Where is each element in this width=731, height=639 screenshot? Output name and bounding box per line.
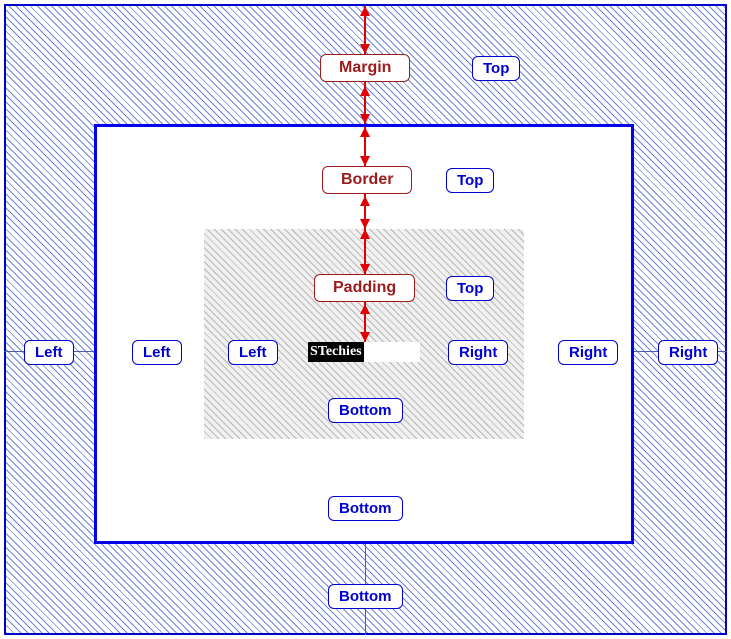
arrowhead-up-icon bbox=[360, 127, 370, 137]
content-text: STechies bbox=[308, 342, 364, 362]
padding-title: Padding bbox=[314, 274, 415, 302]
arrowhead-up-icon bbox=[360, 6, 370, 16]
arrowhead-down-icon bbox=[360, 332, 370, 342]
padding-top-label: Top bbox=[446, 276, 494, 301]
content-region: STechies bbox=[308, 342, 420, 362]
margin-bottom-label: Bottom bbox=[328, 584, 403, 609]
border-left-label: Left bbox=[132, 340, 182, 365]
arrowhead-down-icon bbox=[360, 219, 370, 229]
border-top-label: Top bbox=[446, 168, 494, 193]
margin-title: Margin bbox=[320, 54, 410, 82]
arrowhead-up-icon bbox=[360, 229, 370, 239]
border-title: Border bbox=[322, 166, 412, 194]
border-right-label: Right bbox=[558, 340, 618, 365]
margin-left-label: Left bbox=[24, 340, 74, 365]
padding-left-label: Left bbox=[228, 340, 278, 365]
arrowhead-up-icon bbox=[360, 304, 370, 314]
arrowhead-down-icon bbox=[360, 44, 370, 54]
padding-bottom-label: Bottom bbox=[328, 398, 403, 423]
arrowhead-down-icon bbox=[360, 264, 370, 274]
arrowhead-up-icon bbox=[360, 86, 370, 96]
padding-right-label: Right bbox=[448, 340, 508, 365]
border-bottom-label: Bottom bbox=[328, 496, 403, 521]
box-model-diagram: STechies Margin Border Padding Top Top T… bbox=[4, 4, 727, 635]
arrowhead-down-icon bbox=[360, 156, 370, 166]
arrowhead-down-icon bbox=[360, 114, 370, 124]
margin-top-label: Top bbox=[472, 56, 520, 81]
margin-right-label: Right bbox=[658, 340, 718, 365]
arrowhead-up-icon bbox=[360, 196, 370, 206]
